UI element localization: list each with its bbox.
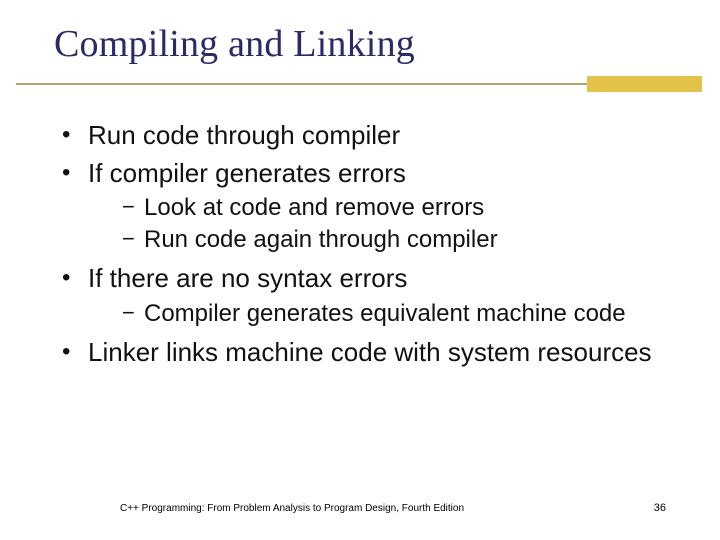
sub-bullet-item: Run code again through compiler	[88, 225, 680, 255]
bullet-item: Linker links machine code with system re…	[54, 337, 680, 369]
content-area: Run code through compiler If compiler ge…	[0, 92, 720, 369]
slide-title: Compiling and Linking	[54, 22, 720, 66]
title-area: Compiling and Linking	[0, 0, 720, 66]
rule-accent	[587, 76, 702, 92]
bullet-text: If compiler generates errors	[88, 158, 406, 188]
bullet-text: If there are no syntax errors	[88, 263, 407, 293]
sub-bullet-item: Look at code and remove errors	[88, 193, 680, 223]
bullet-item: If compiler generates errors Look at cod…	[54, 158, 680, 256]
page-number: 36	[654, 502, 666, 514]
sub-bullet-item: Compiler generates equivalent machine co…	[88, 299, 680, 329]
slide: Compiling and Linking Run code through c…	[0, 0, 720, 540]
bullet-item: If there are no syntax errors Compiler g…	[54, 263, 680, 329]
title-rule	[0, 76, 720, 92]
sub-bullet-list: Look at code and remove errors Run code …	[88, 193, 680, 255]
bullet-list: Run code through compiler If compiler ge…	[54, 120, 680, 369]
bullet-item: Run code through compiler	[54, 120, 680, 152]
footer-text: C++ Programming: From Problem Analysis t…	[120, 503, 464, 514]
sub-bullet-list: Compiler generates equivalent machine co…	[88, 299, 680, 329]
